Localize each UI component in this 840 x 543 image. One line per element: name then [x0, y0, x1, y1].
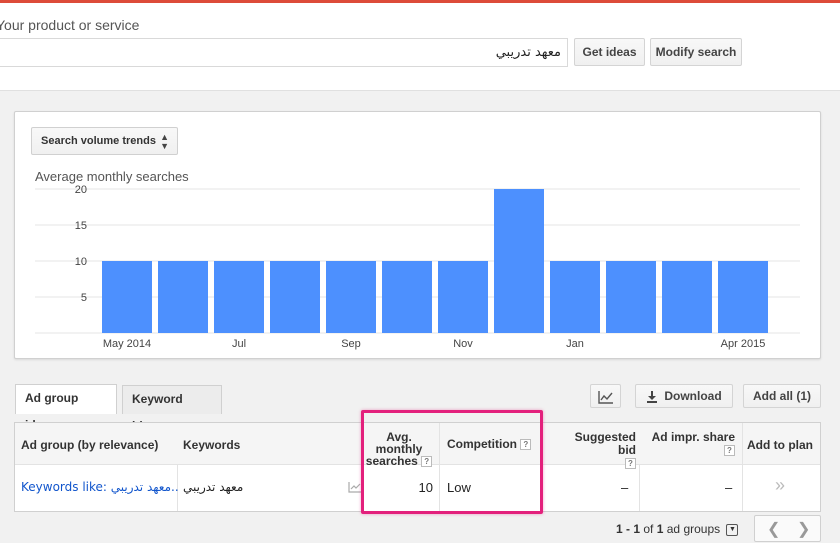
search-volume-trends-select[interactable]: Search volume trends ▲ ▼: [31, 127, 178, 155]
download-icon: [647, 390, 658, 403]
tab-keyword-ideas[interactable]: Keyword ideas: [122, 385, 222, 433]
product-service-label: Your product or service: [0, 17, 140, 33]
highlight-box: [361, 410, 543, 514]
row-keywords: معهد تدريبي: [183, 480, 244, 494]
chart-title: Average monthly searches: [35, 169, 189, 184]
add-to-plan-icon[interactable]: »: [775, 475, 785, 496]
header-keywords: Keywords: [183, 438, 241, 452]
line-chart-icon: [597, 390, 613, 404]
updown-arrows-icon: ▲ ▼: [160, 132, 169, 151]
column-divider: [639, 465, 640, 511]
pagination-summary: 1 - 1 of 1 ad groups ▼: [616, 522, 739, 536]
help-icon[interactable]: ?: [625, 458, 636, 470]
next-page-icon[interactable]: ❯: [797, 519, 810, 539]
header-suggested-bid-label: Suggested bid: [574, 430, 636, 457]
row-ad-impr-share: –: [725, 480, 733, 495]
keyword-input[interactable]: معهد تدريبي: [0, 38, 568, 67]
pager-of: of: [640, 522, 657, 536]
header-ad-group[interactable]: Ad group (by relevance): [21, 438, 158, 452]
pager-unit: ad groups: [663, 522, 721, 536]
pager-range-sep: -: [622, 522, 634, 536]
download-label: Download: [664, 389, 722, 403]
add-all-button[interactable]: Add all (1): [743, 384, 821, 408]
header-ad-impr-share[interactable]: Ad impr. share ?: [651, 431, 735, 457]
download-button[interactable]: Download: [635, 384, 733, 408]
column-divider: [742, 423, 743, 511]
toggle-chart-button[interactable]: [590, 384, 621, 408]
prev-page-icon[interactable]: ❮: [767, 519, 780, 539]
trend-select-label: Search volume trends: [41, 135, 156, 147]
header-suggested-bid[interactable]: Suggested bid ?: [558, 431, 636, 470]
top-accent-bar: [0, 0, 840, 3]
pager-dropdown-icon[interactable]: ▼: [726, 523, 739, 536]
get-ideas-button[interactable]: Get ideas: [574, 38, 645, 66]
pager-range-start: 1: [616, 522, 623, 536]
help-icon[interactable]: ?: [724, 445, 735, 457]
modify-search-button[interactable]: Modify search: [650, 38, 742, 66]
header-ad-impr-label: Ad impr. share: [651, 430, 735, 444]
ad-group-link[interactable]: Keywords like: معهد تدريبي..: [21, 480, 179, 494]
trend-chart-icon[interactable]: [348, 481, 362, 493]
header-add-to-plan: Add to plan: [747, 438, 813, 452]
tab-ad-group-ideas[interactable]: Ad group ideas: [15, 384, 117, 432]
row-suggested-bid: –: [621, 480, 629, 495]
pager-nav: ❮ ❯: [754, 515, 821, 542]
